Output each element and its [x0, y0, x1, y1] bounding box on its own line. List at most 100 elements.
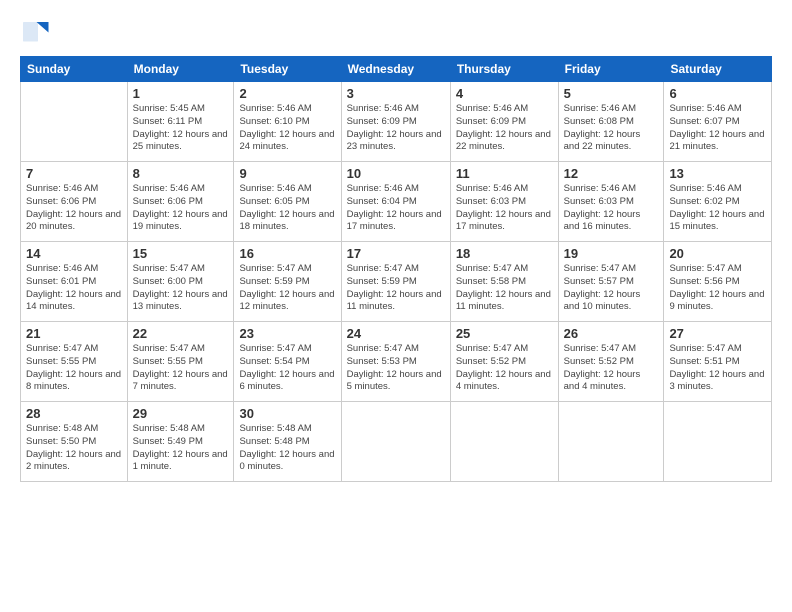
day-cell: 8 Sunrise: 5:46 AM Sunset: 6:06 PM Daylig…: [127, 162, 234, 242]
day-number: 25: [456, 326, 553, 341]
weekday-header-wednesday: Wednesday: [341, 57, 450, 82]
day-number: 11: [456, 166, 553, 181]
day-number: 26: [564, 326, 659, 341]
day-info: Sunrise: 5:48 AM Sunset: 5:50 PM Dayligh…: [26, 423, 122, 474]
day-info: Sunrise: 5:46 AM Sunset: 6:09 PM Dayligh…: [347, 103, 445, 154]
week-row-3: 21 Sunrise: 5:47 AM Sunset: 5:55 PM Dayli…: [21, 322, 772, 402]
day-cell: 28 Sunrise: 5:48 AM Sunset: 5:50 PM Dayli…: [21, 402, 128, 482]
day-number: 21: [26, 326, 122, 341]
day-cell: 13Sunrise: 5:46 AM Sunset: 6:02 PM Dayli…: [664, 162, 772, 242]
day-info: Sunrise: 5:47 AM Sunset: 5:55 PM Dayligh…: [26, 343, 122, 394]
day-cell: 15Sunrise: 5:47 AM Sunset: 6:00 PM Dayli…: [127, 242, 234, 322]
day-number: 5: [564, 86, 659, 101]
day-number: 3: [347, 86, 445, 101]
day-cell: 29 Sunrise: 5:48 AM Sunset: 5:49 PM Dayli…: [127, 402, 234, 482]
day-info: Sunrise: 5:46 AM Sunset: 6:04 PM Dayligh…: [347, 183, 445, 234]
day-info: Sunrise: 5:47 AM Sunset: 5:57 PM Dayligh…: [564, 263, 659, 314]
day-info: Sunrise: 5:47 AM Sunset: 5:55 PM Dayligh…: [133, 343, 229, 394]
page: SundayMondayTuesdayWednesdayThursdayFrid…: [0, 0, 792, 612]
day-number: 29: [133, 406, 229, 421]
calendar-table: SundayMondayTuesdayWednesdayThursdayFrid…: [20, 56, 772, 482]
day-cell: 7 Sunrise: 5:46 AM Sunset: 6:06 PM Daylig…: [21, 162, 128, 242]
week-row-4: 28 Sunrise: 5:48 AM Sunset: 5:50 PM Dayli…: [21, 402, 772, 482]
weekday-header-saturday: Saturday: [664, 57, 772, 82]
day-cell: 12 Sunrise: 5:46 AM Sunset: 6:03 PM Dayli…: [558, 162, 664, 242]
day-info: Sunrise: 5:46 AM Sunset: 6:10 PM Dayligh…: [239, 103, 335, 154]
day-cell: 10 Sunrise: 5:46 AM Sunset: 6:04 PM Dayli…: [341, 162, 450, 242]
day-cell: [21, 82, 128, 162]
day-number: 12: [564, 166, 659, 181]
logo-icon: [20, 16, 50, 46]
weekday-header-monday: Monday: [127, 57, 234, 82]
day-number: 14: [26, 246, 122, 261]
day-info: Sunrise: 5:48 AM Sunset: 5:48 PM Dayligh…: [239, 423, 335, 474]
day-info: Sunrise: 5:46 AM Sunset: 6:03 PM Dayligh…: [564, 183, 659, 234]
day-cell: 3 Sunrise: 5:46 AM Sunset: 6:09 PM Daylig…: [341, 82, 450, 162]
day-cell: 2 Sunrise: 5:46 AM Sunset: 6:10 PM Daylig…: [234, 82, 341, 162]
day-cell: 1Sunrise: 5:45 AM Sunset: 6:11 PM Daylig…: [127, 82, 234, 162]
day-info: Sunrise: 5:46 AM Sunset: 6:05 PM Dayligh…: [239, 183, 335, 234]
day-cell: 5 Sunrise: 5:46 AM Sunset: 6:08 PM Daylig…: [558, 82, 664, 162]
day-cell: 4Sunrise: 5:46 AM Sunset: 6:09 PM Daylig…: [450, 82, 558, 162]
day-info: Sunrise: 5:47 AM Sunset: 5:58 PM Dayligh…: [456, 263, 553, 314]
day-number: 9: [239, 166, 335, 181]
day-cell: 22Sunrise: 5:47 AM Sunset: 5:55 PM Dayli…: [127, 322, 234, 402]
day-cell: 17 Sunrise: 5:47 AM Sunset: 5:59 PM Dayli…: [341, 242, 450, 322]
day-info: Sunrise: 5:46 AM Sunset: 6:03 PM Dayligh…: [456, 183, 553, 234]
weekday-header-tuesday: Tuesday: [234, 57, 341, 82]
day-info: Sunrise: 5:47 AM Sunset: 5:51 PM Dayligh…: [669, 343, 766, 394]
day-info: Sunrise: 5:47 AM Sunset: 5:54 PM Dayligh…: [239, 343, 335, 394]
day-number: 27: [669, 326, 766, 341]
weekday-header-thursday: Thursday: [450, 57, 558, 82]
weekday-header-friday: Friday: [558, 57, 664, 82]
day-number: 2: [239, 86, 335, 101]
day-number: 13: [669, 166, 766, 181]
day-number: 1: [133, 86, 229, 101]
day-number: 8: [133, 166, 229, 181]
day-cell: 25 Sunrise: 5:47 AM Sunset: 5:52 PM Dayli…: [450, 322, 558, 402]
day-number: 19: [564, 246, 659, 261]
day-info: Sunrise: 5:47 AM Sunset: 5:56 PM Dayligh…: [669, 263, 766, 314]
day-number: 30: [239, 406, 335, 421]
day-number: 17: [347, 246, 445, 261]
day-cell: 6 Sunrise: 5:46 AM Sunset: 6:07 PM Daylig…: [664, 82, 772, 162]
day-cell: 26Sunrise: 5:47 AM Sunset: 5:52 PM Dayli…: [558, 322, 664, 402]
day-number: 23: [239, 326, 335, 341]
day-number: 6: [669, 86, 766, 101]
day-number: 7: [26, 166, 122, 181]
day-cell: 14 Sunrise: 5:46 AM Sunset: 6:01 PM Dayli…: [21, 242, 128, 322]
header: [20, 16, 772, 46]
day-info: Sunrise: 5:46 AM Sunset: 6:06 PM Dayligh…: [26, 183, 122, 234]
day-cell: 27 Sunrise: 5:47 AM Sunset: 5:51 PM Dayli…: [664, 322, 772, 402]
day-number: 18: [456, 246, 553, 261]
day-info: Sunrise: 5:46 AM Sunset: 6:07 PM Dayligh…: [669, 103, 766, 154]
day-cell: 23 Sunrise: 5:47 AM Sunset: 5:54 PM Dayli…: [234, 322, 341, 402]
day-info: Sunrise: 5:46 AM Sunset: 6:06 PM Dayligh…: [133, 183, 229, 234]
day-cell: 24Sunrise: 5:47 AM Sunset: 5:53 PM Dayli…: [341, 322, 450, 402]
day-info: Sunrise: 5:47 AM Sunset: 5:52 PM Dayligh…: [456, 343, 553, 394]
day-number: 4: [456, 86, 553, 101]
day-info: Sunrise: 5:46 AM Sunset: 6:08 PM Dayligh…: [564, 103, 659, 154]
day-number: 20: [669, 246, 766, 261]
day-cell: 21 Sunrise: 5:47 AM Sunset: 5:55 PM Dayli…: [21, 322, 128, 402]
day-number: 10: [347, 166, 445, 181]
day-cell: 18 Sunrise: 5:47 AM Sunset: 5:58 PM Dayli…: [450, 242, 558, 322]
weekday-header-sunday: Sunday: [21, 57, 128, 82]
day-cell: [450, 402, 558, 482]
day-cell: 11 Sunrise: 5:46 AM Sunset: 6:03 PM Dayli…: [450, 162, 558, 242]
day-cell: 9 Sunrise: 5:46 AM Sunset: 6:05 PM Daylig…: [234, 162, 341, 242]
day-cell: 19 Sunrise: 5:47 AM Sunset: 5:57 PM Dayli…: [558, 242, 664, 322]
day-cell: 30 Sunrise: 5:48 AM Sunset: 5:48 PM Dayli…: [234, 402, 341, 482]
logo: [20, 16, 54, 46]
day-info: Sunrise: 5:46 AM Sunset: 6:01 PM Dayligh…: [26, 263, 122, 314]
day-info: Sunrise: 5:47 AM Sunset: 5:59 PM Dayligh…: [347, 263, 445, 314]
week-row-0: 1Sunrise: 5:45 AM Sunset: 6:11 PM Daylig…: [21, 82, 772, 162]
weekday-header-row: SundayMondayTuesdayWednesdayThursdayFrid…: [21, 57, 772, 82]
day-number: 28: [26, 406, 122, 421]
day-cell: 20 Sunrise: 5:47 AM Sunset: 5:56 PM Dayli…: [664, 242, 772, 322]
day-info: Sunrise: 5:47 AM Sunset: 5:59 PM Dayligh…: [239, 263, 335, 314]
day-info: Sunrise: 5:47 AM Sunset: 5:53 PM Dayligh…: [347, 343, 445, 394]
week-row-1: 7 Sunrise: 5:46 AM Sunset: 6:06 PM Daylig…: [21, 162, 772, 242]
day-info: Sunrise: 5:48 AM Sunset: 5:49 PM Dayligh…: [133, 423, 229, 474]
day-cell: 16Sunrise: 5:47 AM Sunset: 5:59 PM Dayli…: [234, 242, 341, 322]
